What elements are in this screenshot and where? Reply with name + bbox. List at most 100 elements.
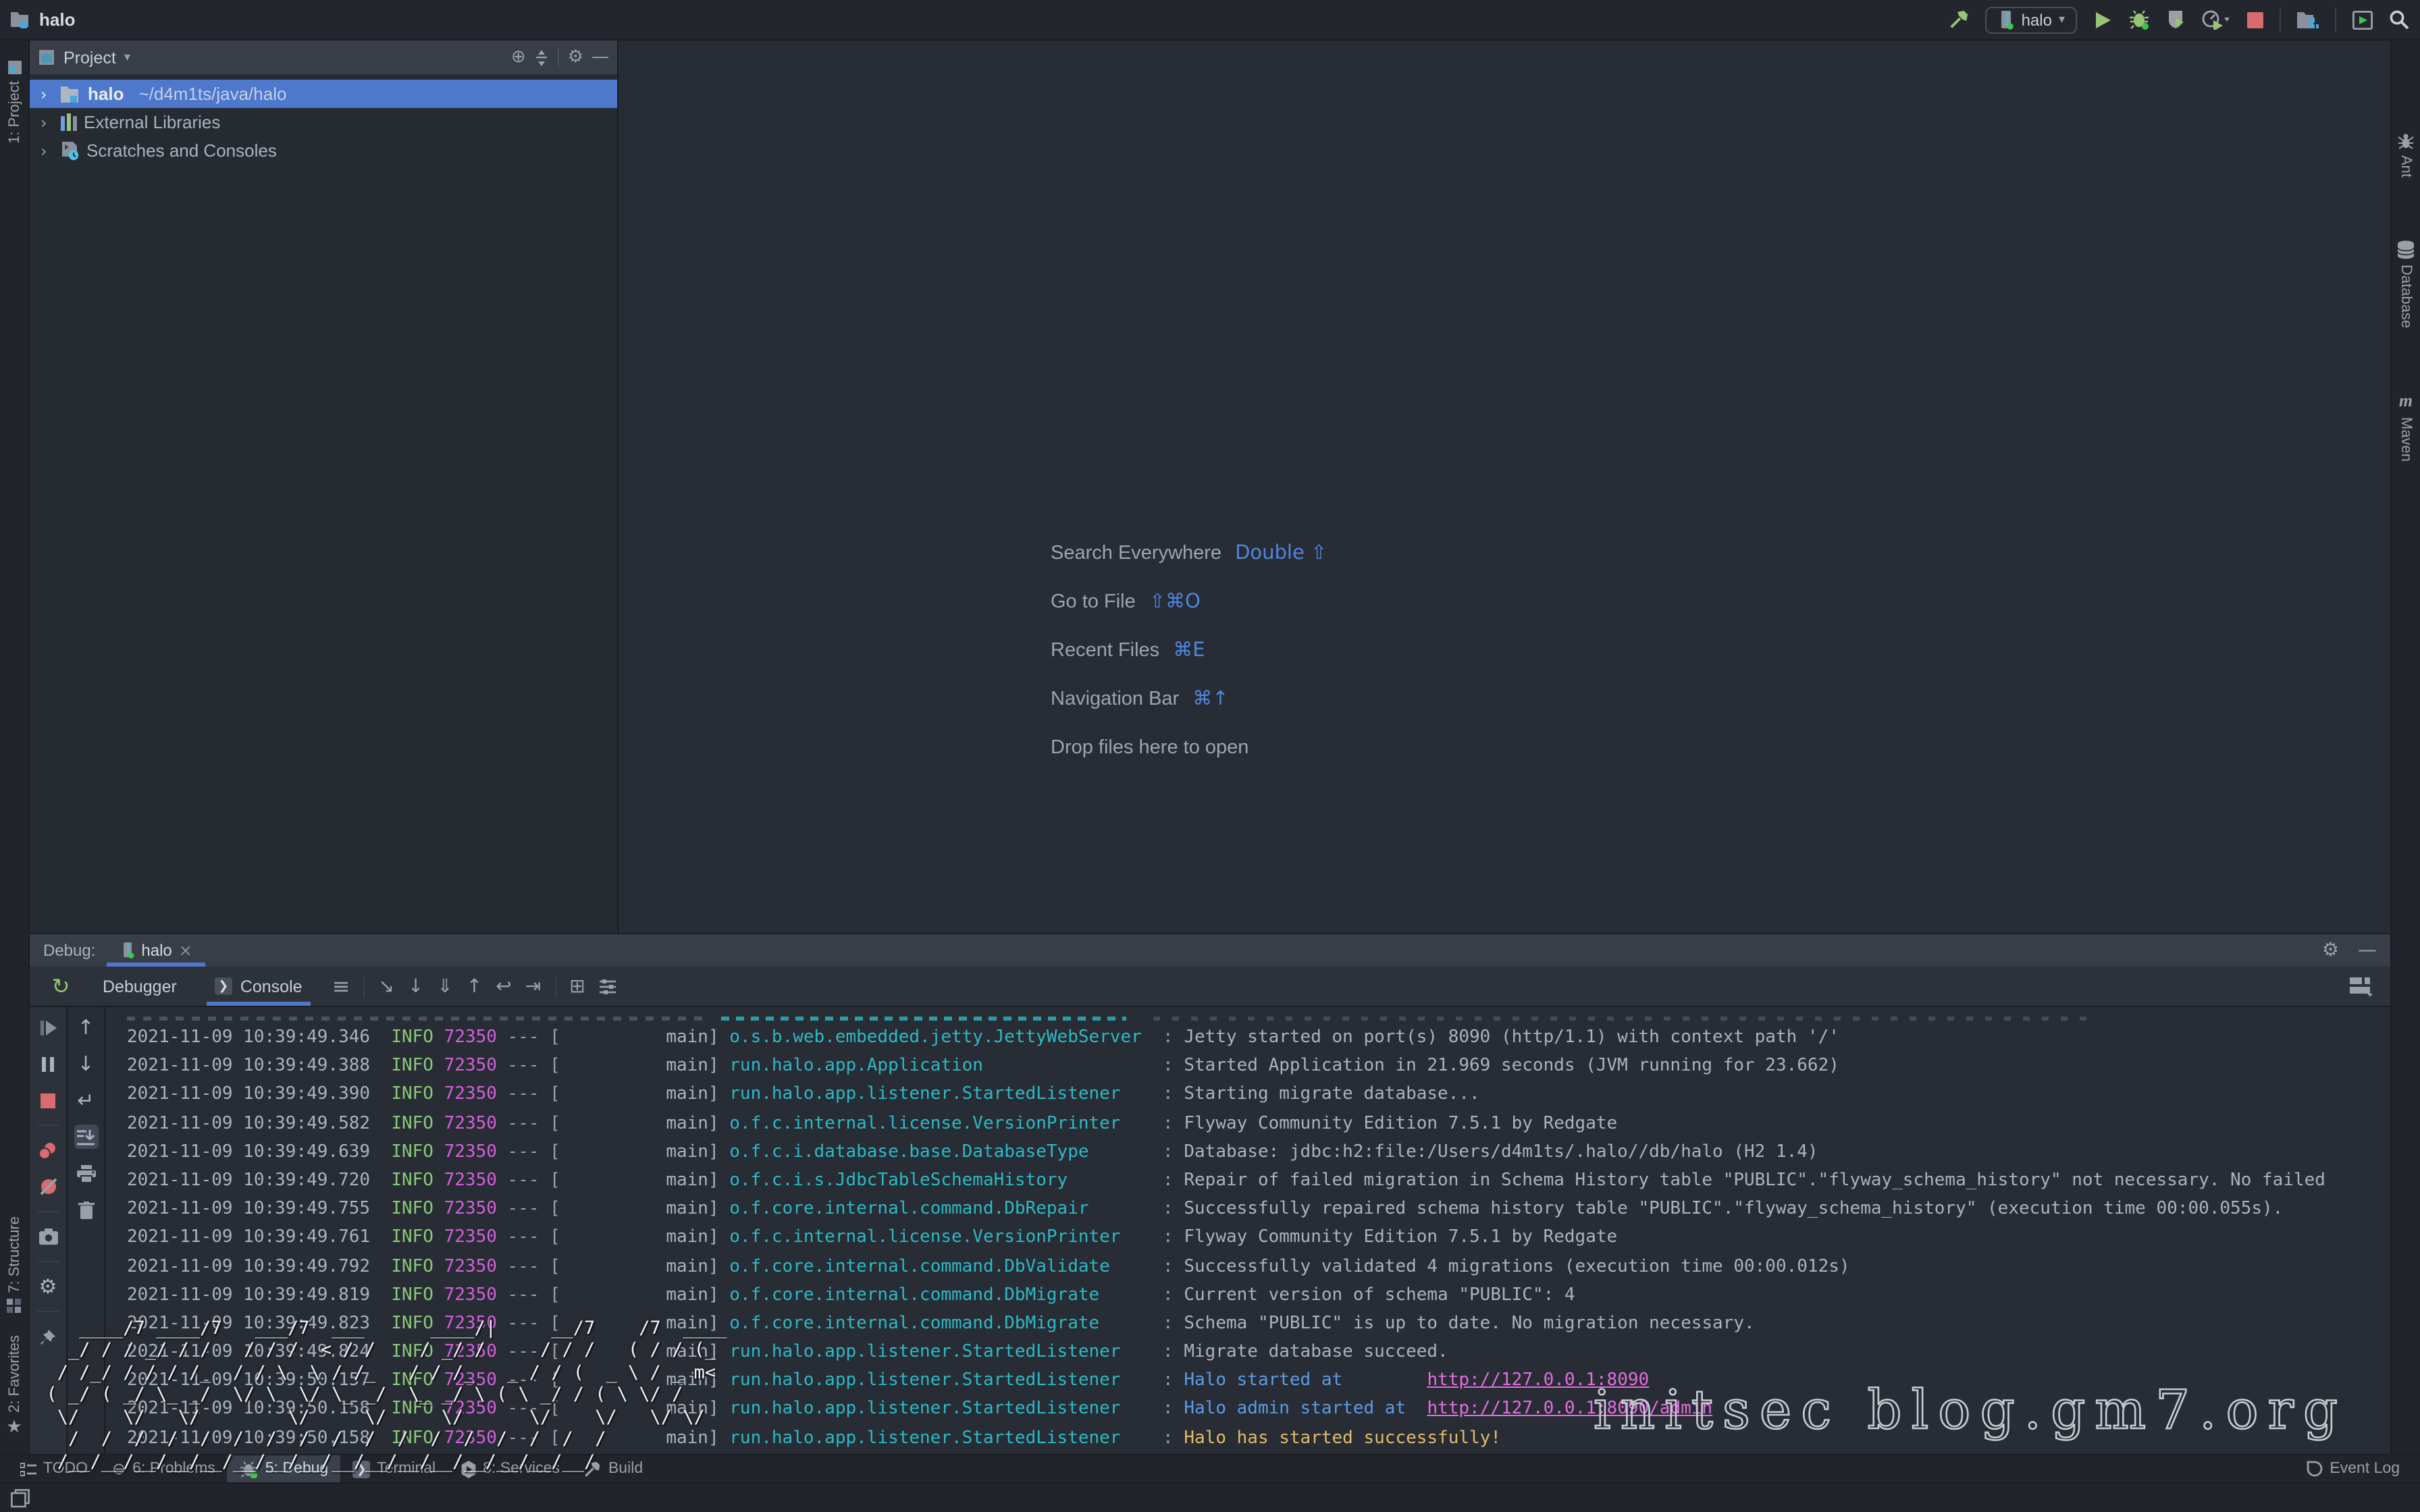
gear-icon[interactable]: ⚙ [2322, 940, 2339, 961]
tab-label: 6: Problems [132, 1461, 215, 1477]
chevron-right-icon[interactable]: › [41, 113, 54, 132]
run-configuration-select[interactable]: halo ▾ [1985, 6, 2077, 33]
debug-button[interactable] [2128, 9, 2150, 30]
tree-item-name: Scratches and Consoles [86, 140, 277, 161]
chevron-right-icon[interactable]: › [41, 84, 54, 103]
hide-toolwindow-icon[interactable]: — [2358, 940, 2377, 961]
project-tree: › halo ~/d4m1ts/java/halo › [30, 74, 617, 165]
log-row: 2021-11-09 10:39:49.761 INFO 72350 --- [… [127, 1224, 2390, 1252]
layout-editor-icon[interactable] [2350, 977, 2374, 996]
tree-item-name: External Libraries [84, 112, 220, 132]
tree-row-halo[interactable]: › halo ~/d4m1ts/java/halo [30, 80, 617, 108]
tab-debugger[interactable]: Debugger [95, 967, 185, 1006]
log-link[interactable]: http://127.0.0.1:8090/admin [1427, 1399, 1712, 1420]
log-link[interactable]: http://127.0.0.1:8090 [1427, 1371, 1649, 1391]
chevron-right-icon[interactable]: › [41, 141, 54, 160]
stripe-label: Database [2398, 264, 2414, 327]
soft-wrap-icon[interactable]: ↵ [74, 1088, 98, 1112]
sidebar-item-maven[interactable]: m Maven [2398, 379, 2414, 472]
hint-label: Recent Files [1051, 640, 1159, 662]
scroll-to-end-icon[interactable] [74, 1125, 98, 1149]
hide-toolwindow-icon[interactable]: — [591, 47, 609, 68]
mute-breakpoints-icon[interactable] [36, 1174, 60, 1199]
gear-icon[interactable]: ⚙ [568, 47, 583, 68]
build-hammer-icon[interactable] [1949, 9, 1969, 30]
sidebar-item-favorites[interactable]: 2: Favorites ★ [6, 1324, 22, 1449]
project-structure-icon[interactable] [2297, 10, 2319, 29]
console-side-toolbar: ↑ ↓ ↵ [68, 1007, 105, 1454]
tree-row-external-libraries[interactable]: › External Libraries [30, 108, 617, 136]
tab-debug[interactable]: 5: Debug [228, 1455, 340, 1482]
tab-terminal[interactable]: ❯ Terminal [340, 1455, 448, 1482]
project-view-selector[interactable]: Project [63, 48, 116, 67]
log-row: 2021-11-09 10:39:49.390 INFO 72350 --- [… [127, 1081, 2390, 1109]
stop-button[interactable] [2247, 11, 2263, 28]
filter-settings-icon[interactable] [599, 978, 618, 994]
sidebar-item-ant[interactable]: Ant [2397, 122, 2415, 188]
tab-services[interactable]: 8: Services [448, 1455, 572, 1482]
rerun-icon[interactable]: ↻ [41, 973, 81, 999]
run-button[interactable] [2093, 10, 2112, 29]
tab-console[interactable]: ❯ Console [199, 967, 319, 1006]
collapse-all-icon[interactable] [534, 49, 550, 65]
event-log-button[interactable]: Event Log [2294, 1455, 2412, 1482]
libraries-icon [61, 113, 77, 131]
chevron-down-icon: ▾ [2059, 13, 2065, 26]
project-toolwindow-icon [38, 49, 55, 66]
hint-label: Go to File [1051, 591, 1136, 613]
close-icon[interactable]: × [179, 941, 192, 960]
thread-dump-camera-icon[interactable] [36, 1224, 60, 1249]
structure-icon [7, 1298, 22, 1313]
view-breakpoints-icon[interactable] [36, 1138, 60, 1162]
log-row: 2021-11-09 10:39:49.388 INFO 72350 --- [… [127, 1052, 2390, 1080]
tab-label: Console [240, 977, 302, 996]
sidebar-item-project[interactable]: 1: Project [6, 49, 22, 155]
run-to-cursor-icon[interactable]: ⇥ [525, 975, 541, 997]
hint-label: Drop files here to open [1051, 737, 1248, 759]
log-row: 2021-11-09 10:39:49.823 INFO 72350 --- [… [127, 1310, 2390, 1338]
console-output[interactable]: 2021-11-09 10:39:49.346 INFO 72350 --- [… [105, 1007, 2390, 1454]
stop-icon[interactable] [36, 1088, 60, 1112]
select-opened-file-icon[interactable]: ⊕ [511, 47, 526, 68]
print-icon[interactable] [74, 1161, 98, 1185]
show-execution-point-icon[interactable]: ↘ [378, 975, 394, 997]
step-out-icon[interactable]: ↑ [467, 975, 482, 997]
run-toolwindow-icon[interactable] [2352, 10, 2373, 29]
tab-problems[interactable]: ⊖ 6: Problems [100, 1455, 228, 1482]
evaluate-expression-icon[interactable]: ⊞ [569, 975, 585, 997]
search-icon[interactable] [2389, 9, 2409, 30]
drop-frame-icon[interactable]: ↩ [496, 975, 511, 997]
step-into-icon[interactable]: ⇓ [437, 975, 452, 997]
tree-item-name: halo [88, 84, 124, 104]
log-row: 2021-11-09 10:39:50.158 INFO 72350 --- [… [127, 1424, 2390, 1452]
profiler-button[interactable] [2201, 9, 2231, 30]
tab-label: TODO [43, 1461, 88, 1477]
pause-icon[interactable] [36, 1052, 60, 1076]
sidebar-item-database[interactable]: Database [2397, 229, 2415, 338]
folder-icon [61, 85, 81, 103]
tab-todo[interactable]: TODO [8, 1455, 100, 1482]
debug-session-tab[interactable]: halo × [106, 934, 206, 967]
sidebar-item-structure[interactable]: 7: Structure [6, 1205, 22, 1324]
step-over-icon[interactable]: ↓ [408, 975, 423, 997]
scroll-up-icon[interactable]: ↑ [74, 1015, 98, 1040]
debug-session-name: halo [141, 941, 172, 960]
pin-icon[interactable] [36, 1324, 60, 1349]
clear-console-trash-icon[interactable] [74, 1197, 98, 1222]
event-log-label: Event Log [2330, 1461, 2400, 1477]
tab-build[interactable]: Build [572, 1455, 655, 1482]
resume-icon[interactable] [36, 1015, 60, 1040]
spring-boot-config-icon [1997, 10, 2015, 29]
terminal-icon: ❯ [352, 1460, 370, 1478]
toolwindow-bar: TODO ⊖ 6: Problems 5: Debug ❯ Terminal 8… [0, 1454, 2420, 1482]
tree-row-scratches[interactable]: › Scratches and Consoles [30, 136, 617, 165]
right-toolwindow-stripe: Ant Database m Maven [2390, 40, 2420, 1454]
scroll-down-icon[interactable]: ↓ [74, 1052, 98, 1076]
layout-options-icon[interactable]: ≡ [332, 973, 350, 999]
scratches-icon [61, 141, 80, 160]
coverage-button[interactable] [2166, 9, 2185, 30]
tab-label: 5: Debug [265, 1461, 328, 1477]
problems-icon: ⊖ [112, 1459, 126, 1478]
debug-settings-gear-icon[interactable]: ⚙ [36, 1274, 60, 1299]
toolwindow-switcher-icon[interactable] [11, 1488, 30, 1507]
